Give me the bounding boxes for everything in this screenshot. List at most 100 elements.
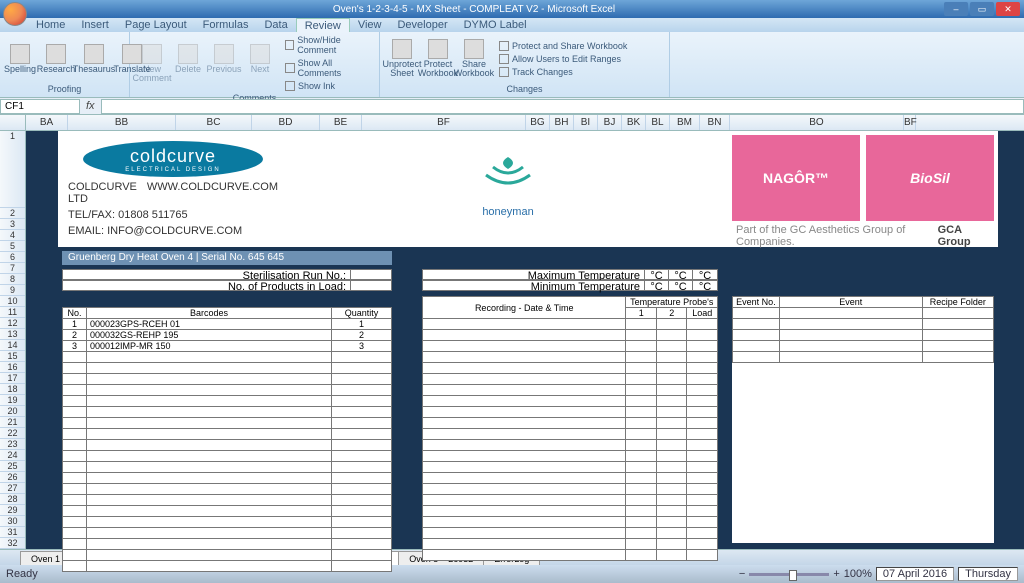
row-9[interactable]: 9 xyxy=(0,285,25,296)
row-7[interactable]: 7 xyxy=(0,263,25,274)
col-BG[interactable]: BG xyxy=(526,115,550,130)
recording-table[interactable]: Recording - Date & TimeTemperature Probe… xyxy=(422,296,718,561)
col-BO[interactable]: BO xyxy=(730,115,904,130)
row-23[interactable]: 23 xyxy=(0,439,25,450)
col-BH[interactable]: BH xyxy=(550,115,574,130)
col-BJ[interactable]: BJ xyxy=(598,115,622,130)
show-ink-link[interactable]: Show Ink xyxy=(284,80,375,92)
tab-developer[interactable]: Developer xyxy=(389,18,455,32)
tab-insert[interactable]: Insert xyxy=(73,18,117,32)
row-2[interactable]: 2 xyxy=(0,208,25,219)
spelling-button[interactable]: Spelling xyxy=(4,44,36,74)
status-date: 07 April 2016 xyxy=(876,567,954,581)
tab-view[interactable]: View xyxy=(350,18,390,32)
event-table[interactable]: Event No.EventRecipe Folder xyxy=(732,296,994,363)
row-5[interactable]: 5 xyxy=(0,241,25,252)
research-button[interactable]: Research xyxy=(38,44,74,74)
row-14[interactable]: 14 xyxy=(0,340,25,351)
next-button: Next xyxy=(242,44,278,83)
col-BA[interactable]: BA xyxy=(26,115,68,130)
formula-input[interactable] xyxy=(101,99,1024,114)
row-8[interactable]: 8 xyxy=(0,274,25,285)
name-box[interactable] xyxy=(0,99,80,114)
biosil-logo: BioSil xyxy=(866,135,994,221)
col-BI[interactable]: BI xyxy=(574,115,598,130)
svg-text:honeyman: honeyman xyxy=(482,206,533,218)
row-24[interactable]: 24 xyxy=(0,450,25,461)
row-1[interactable]: 1 xyxy=(0,131,25,208)
tab-review[interactable]: Review xyxy=(296,18,350,32)
zoom-control[interactable]: −+ 100% xyxy=(739,568,872,580)
window-title: Oven's 1-2-3-4-5 - MX Sheet - COMPLEAT V… xyxy=(4,4,944,15)
row-10[interactable]: 10 xyxy=(0,296,25,307)
minimize-button[interactable]: – xyxy=(944,2,968,16)
office-button[interactable] xyxy=(3,2,27,26)
row-32[interactable]: 32 xyxy=(0,538,25,549)
share-workbook-button[interactable]: ShareWorkbook xyxy=(456,39,492,78)
label-maxtemp: Maximum Temperature xyxy=(423,270,645,279)
header-banner: coldcurve ELECTRICAL DESIGN COLDCURVE LT… xyxy=(58,131,998,247)
col-BF[interactable]: BF xyxy=(362,115,526,130)
row-27[interactable]: 27 xyxy=(0,483,25,494)
select-all-corner[interactable] xyxy=(0,115,26,130)
tab-page-layout[interactable]: Page Layout xyxy=(117,18,195,32)
row-4[interactable]: 4 xyxy=(0,230,25,241)
tab-dymo-label[interactable]: DYMO Label xyxy=(456,18,535,32)
row-28[interactable]: 28 xyxy=(0,494,25,505)
row-25[interactable]: 25 xyxy=(0,461,25,472)
col-BC[interactable]: BC xyxy=(176,115,252,130)
row-13[interactable]: 13 xyxy=(0,329,25,340)
col-BK[interactable]: BK xyxy=(622,115,646,130)
blank-panel xyxy=(732,363,994,543)
tab-data[interactable]: Data xyxy=(256,18,295,32)
col-BD[interactable]: BD xyxy=(252,115,320,130)
protect-and-share-workbook-link[interactable]: Protect and Share Workbook xyxy=(498,40,628,52)
row-26[interactable]: 26 xyxy=(0,472,25,483)
fx-icon[interactable]: fx xyxy=(80,100,101,112)
coldcurve-logo: coldcurve ELECTRICAL DESIGN xyxy=(83,141,263,177)
row-11[interactable]: 11 xyxy=(0,307,25,318)
row-6[interactable]: 6 xyxy=(0,252,25,263)
status-day: Thursday xyxy=(958,567,1018,581)
thesaurus-button[interactable]: Thesaurus xyxy=(76,44,112,74)
row-18[interactable]: 18 xyxy=(0,384,25,395)
row-19[interactable]: 19 xyxy=(0,395,25,406)
row-17[interactable]: 17 xyxy=(0,373,25,384)
col-BL[interactable]: BL xyxy=(646,115,670,130)
col-BF[interactable]: BF xyxy=(904,115,916,130)
tab-formulas[interactable]: Formulas xyxy=(195,18,257,32)
honeyman-logo: honeyman xyxy=(288,131,728,247)
row-3[interactable]: 3 xyxy=(0,219,25,230)
group-proofing-label: Proofing xyxy=(4,83,125,95)
row-29[interactable]: 29 xyxy=(0,505,25,516)
label-products: No. of Products in Load: xyxy=(63,281,351,290)
row-30[interactable]: 30 xyxy=(0,516,25,527)
label-mintemp: Minimum Temperature xyxy=(423,281,645,290)
show-hide-comment-link[interactable]: Show/Hide Comment xyxy=(284,34,375,56)
tab-home[interactable]: Home xyxy=(28,18,73,32)
maximize-button[interactable]: ▭ xyxy=(970,2,994,16)
previous-button: Previous xyxy=(206,44,242,83)
gca-text: Part of the GC Aesthetics Group of Compa… xyxy=(736,224,938,248)
track-changes-link[interactable]: Track Changes xyxy=(498,66,628,78)
row-22[interactable]: 22 xyxy=(0,428,25,439)
row-12[interactable]: 12 xyxy=(0,318,25,329)
col-BM[interactable]: BM xyxy=(670,115,700,130)
allow-users-to-edit-ranges-link[interactable]: Allow Users to Edit Ranges xyxy=(498,53,628,65)
row-20[interactable]: 20 xyxy=(0,406,25,417)
row-21[interactable]: 21 xyxy=(0,417,25,428)
barcodes-table[interactable]: No.BarcodesQuantity1000023GPS-RCEH 01120… xyxy=(62,307,392,572)
row-31[interactable]: 31 xyxy=(0,527,25,538)
close-button[interactable]: ✕ xyxy=(996,2,1020,16)
row-16[interactable]: 16 xyxy=(0,362,25,373)
col-BB[interactable]: BB xyxy=(68,115,176,130)
col-BN[interactable]: BN xyxy=(700,115,730,130)
nagor-logo: NAGÔR™ xyxy=(732,135,860,221)
col-BE[interactable]: BE xyxy=(320,115,362,130)
gca-logo: GCA Group xyxy=(938,224,990,248)
unprotect-sheet-button[interactable]: UnprotectSheet xyxy=(384,39,420,78)
row-15[interactable]: 15 xyxy=(0,351,25,362)
protect-workbook-button[interactable]: ProtectWorkbook xyxy=(420,39,456,78)
group-changes-label: Changes xyxy=(384,83,665,95)
show-all-comments-link[interactable]: Show All Comments xyxy=(284,57,375,79)
